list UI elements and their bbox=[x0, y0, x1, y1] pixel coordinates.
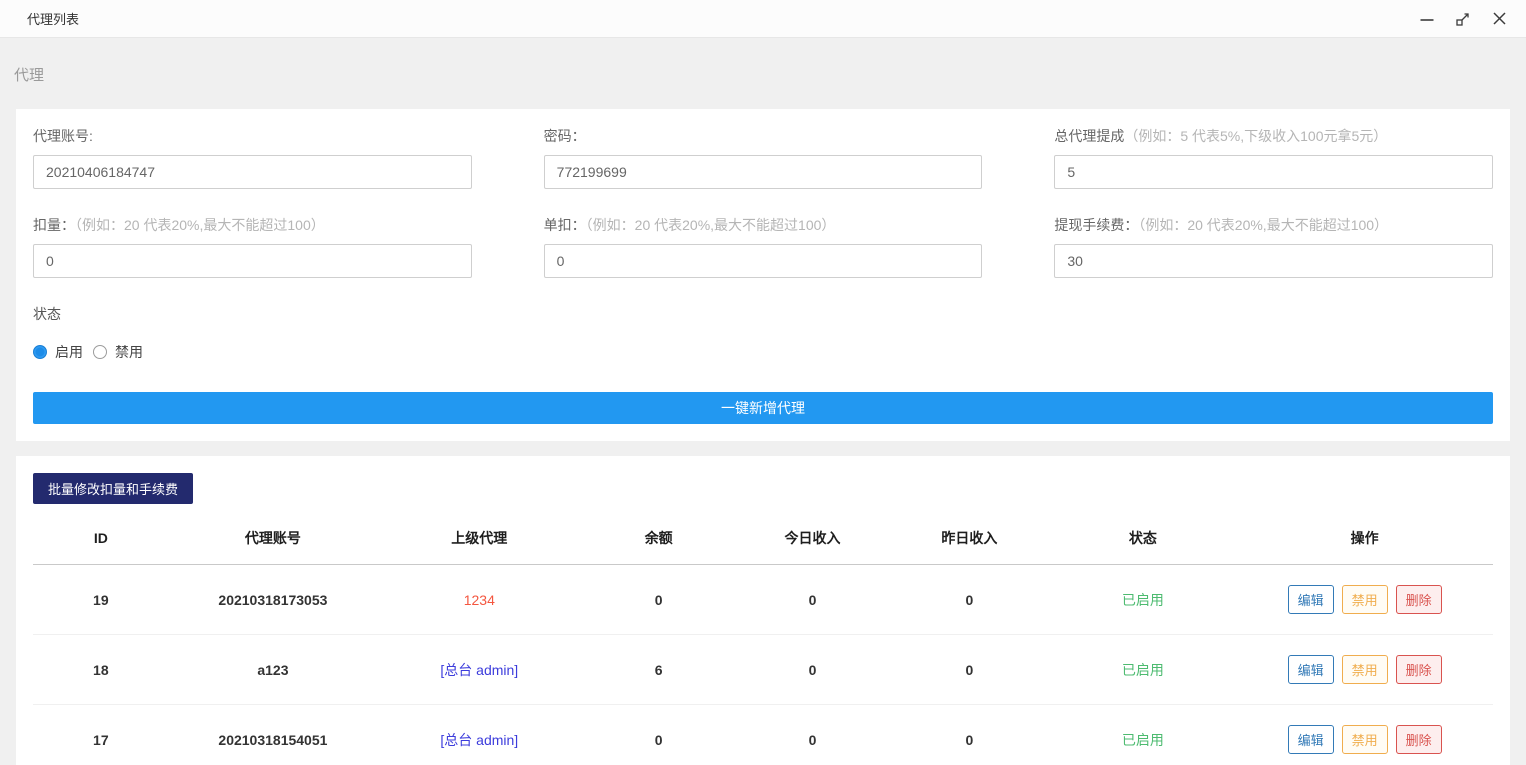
cell-status: 已启用 bbox=[1050, 705, 1237, 765]
window-controls bbox=[1414, 6, 1512, 32]
cell-today-income: 0 bbox=[736, 565, 889, 635]
withdraw-fee-hint: （例如：20 代表20%,最大不能超过100） bbox=[1138, 217, 1388, 233]
commission-label: 总代理提成 bbox=[1054, 128, 1124, 144]
cell-balance: 6 bbox=[581, 635, 736, 705]
withdraw-fee-input[interactable] bbox=[1054, 244, 1493, 278]
agent-table-body: 19202103181730531234000已启用编辑禁用删除18a123[总… bbox=[33, 565, 1493, 765]
delete-button[interactable]: 删除 bbox=[1396, 585, 1442, 614]
deduction-hint: （例如：20 代表20%,最大不能超过100） bbox=[75, 217, 325, 233]
radio-enable[interactable]: 启用 bbox=[33, 342, 83, 362]
maximize-button[interactable] bbox=[1450, 6, 1476, 32]
status-block: 状态 启用 禁用 bbox=[33, 304, 1493, 392]
field-withdraw-fee: 提现手续费：（例如：20 代表20%,最大不能超过100） bbox=[1054, 215, 1493, 278]
table-row: 18a123[总台 admin]600已启用编辑禁用删除 bbox=[33, 635, 1493, 705]
cell-id: 18 bbox=[33, 635, 169, 705]
field-single-deduction: 单扣：（例如：20 代表20%,最大不能超过100） bbox=[544, 215, 983, 278]
status-radio-group: 启用 禁用 bbox=[33, 342, 1493, 362]
commission-input[interactable] bbox=[1054, 155, 1493, 189]
cell-balance: 0 bbox=[581, 565, 736, 635]
password-input[interactable] bbox=[544, 155, 983, 189]
col-header-status: 状态 bbox=[1050, 516, 1237, 565]
batch-modify-button[interactable]: 批量修改扣量和手续费 bbox=[33, 473, 193, 504]
withdraw-fee-label: 提现手续费： bbox=[1054, 217, 1138, 233]
cell-id: 19 bbox=[33, 565, 169, 635]
cell-actions: 编辑禁用删除 bbox=[1236, 565, 1493, 635]
single-deduction-label: 单扣： bbox=[544, 217, 586, 233]
cell-id: 17 bbox=[33, 705, 169, 765]
col-header-balance: 余额 bbox=[581, 516, 736, 565]
table-header-row: ID 代理账号 上级代理 余额 今日收入 昨日收入 状态 操作 bbox=[33, 516, 1493, 565]
agent-form-card: 代理账号: 密码： 总代理提成（例如：5 代表5%,下级收入100元拿5元） 扣… bbox=[16, 109, 1510, 441]
col-header-today-income: 今日收入 bbox=[736, 516, 889, 565]
close-icon bbox=[1492, 11, 1507, 26]
disable-button[interactable]: 禁用 bbox=[1342, 585, 1388, 614]
cell-status: 已启用 bbox=[1050, 635, 1237, 705]
agent-account-label: 代理账号: bbox=[33, 128, 93, 144]
deduction-label: 扣量： bbox=[33, 217, 75, 233]
field-agent-account: 代理账号: bbox=[33, 126, 472, 189]
cell-actions: 编辑禁用删除 bbox=[1236, 705, 1493, 765]
edit-button[interactable]: 编辑 bbox=[1288, 655, 1334, 684]
radio-disable-label: 禁用 bbox=[115, 342, 143, 362]
col-header-actions: 操作 bbox=[1236, 516, 1493, 565]
minimize-icon bbox=[1419, 11, 1435, 27]
window-title: 代理列表 bbox=[27, 9, 79, 28]
single-deduction-hint: （例如：20 代表20%,最大不能超过100） bbox=[586, 217, 836, 233]
radio-unselected-icon bbox=[93, 345, 107, 359]
cell-balance: 0 bbox=[581, 705, 736, 765]
cell-today-income: 0 bbox=[736, 705, 889, 765]
radio-enable-label: 启用 bbox=[55, 342, 83, 362]
agent-table: ID 代理账号 上级代理 余额 今日收入 昨日收入 状态 操作 19202103… bbox=[33, 516, 1493, 765]
cell-yesterday-income: 0 bbox=[889, 635, 1049, 705]
single-deduction-input[interactable] bbox=[544, 244, 983, 278]
cell-actions: 编辑禁用删除 bbox=[1236, 635, 1493, 705]
cell-yesterday-income: 0 bbox=[889, 565, 1049, 635]
radio-selected-icon bbox=[33, 345, 47, 359]
col-header-account: 代理账号 bbox=[169, 516, 378, 565]
add-agent-button[interactable]: 一键新增代理 bbox=[33, 392, 1493, 424]
col-header-parent: 上级代理 bbox=[377, 516, 581, 565]
password-label: 密码： bbox=[544, 128, 586, 144]
agent-account-input[interactable] bbox=[33, 155, 472, 189]
col-header-id: ID bbox=[33, 516, 169, 565]
edit-button[interactable]: 编辑 bbox=[1288, 725, 1334, 754]
expand-icon bbox=[1455, 11, 1471, 27]
close-button[interactable] bbox=[1486, 6, 1512, 32]
field-password: 密码： bbox=[544, 126, 983, 189]
delete-button[interactable]: 删除 bbox=[1396, 655, 1442, 684]
commission-hint: （例如：5 代表5%,下级收入100元拿5元） bbox=[1124, 128, 1387, 144]
cell-account: 20210318154051 bbox=[169, 705, 378, 765]
radio-disable[interactable]: 禁用 bbox=[93, 342, 143, 362]
cell-status: 已启用 bbox=[1050, 565, 1237, 635]
cell-account: a123 bbox=[169, 635, 378, 705]
agent-table-card: 批量修改扣量和手续费 ID 代理账号 上级代理 余额 今日收入 昨日收入 状态 … bbox=[16, 456, 1510, 765]
minimize-button[interactable] bbox=[1414, 6, 1440, 32]
col-header-yesterday-income: 昨日收入 bbox=[889, 516, 1049, 565]
table-row: 19202103181730531234000已启用编辑禁用删除 bbox=[33, 565, 1493, 635]
table-row: 1720210318154051[总台 admin]000已启用编辑禁用删除 bbox=[33, 705, 1493, 765]
page-title: 代理 bbox=[14, 64, 1512, 85]
cell-account: 20210318173053 bbox=[169, 565, 378, 635]
field-deduction: 扣量：（例如：20 代表20%,最大不能超过100） bbox=[33, 215, 472, 278]
cell-yesterday-income: 0 bbox=[889, 705, 1049, 765]
window-titlebar: 代理列表 bbox=[0, 0, 1526, 38]
cell-parent-agent-link[interactable]: [总台 admin] bbox=[377, 705, 581, 765]
disable-button[interactable]: 禁用 bbox=[1342, 655, 1388, 684]
delete-button[interactable]: 删除 bbox=[1396, 725, 1442, 754]
cell-parent-agent-link[interactable]: 1234 bbox=[377, 565, 581, 635]
status-label: 状态 bbox=[33, 304, 1493, 324]
cell-parent-agent-link[interactable]: [总台 admin] bbox=[377, 635, 581, 705]
deduction-input[interactable] bbox=[33, 244, 472, 278]
field-commission: 总代理提成（例如：5 代表5%,下级收入100元拿5元） bbox=[1054, 126, 1493, 189]
cell-today-income: 0 bbox=[736, 635, 889, 705]
edit-button[interactable]: 编辑 bbox=[1288, 585, 1334, 614]
disable-button[interactable]: 禁用 bbox=[1342, 725, 1388, 754]
